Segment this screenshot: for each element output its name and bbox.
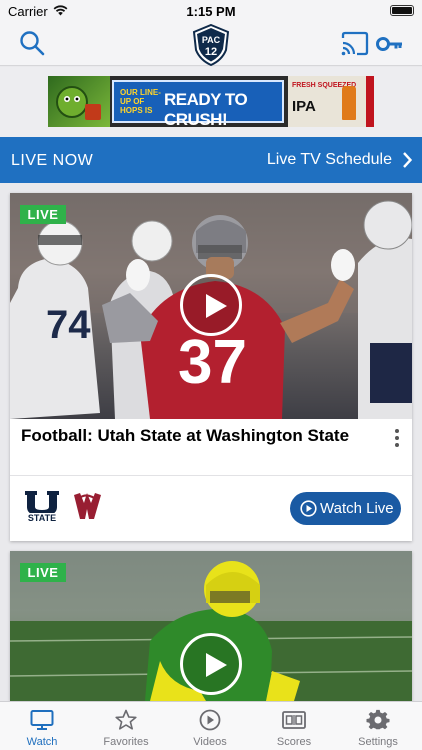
ad-area: OUR LINE-UP OF HOPS IS READY TO CRUSH! F…: [0, 67, 422, 137]
play-icon[interactable]: [180, 274, 242, 336]
ad-brand-strip: [366, 76, 374, 127]
cast-icon[interactable]: [340, 29, 370, 59]
chevron-right-icon[interactable]: [402, 152, 413, 173]
tab-label: Videos: [193, 736, 227, 748]
tab-favorites[interactable]: Favorites: [84, 702, 168, 750]
watch-live-label: Watch Live: [320, 500, 394, 517]
live-tv-schedule-link[interactable]: Live TV Schedule: [267, 151, 392, 169]
star-icon: [114, 709, 138, 731]
ad-headline-box: OUR LINE-UP OF HOPS IS READY TO CRUSH!: [112, 80, 284, 127]
ad-hop-mascot-image: [48, 76, 110, 127]
tab-scores[interactable]: Scores: [252, 702, 336, 750]
gear-icon: [366, 709, 390, 731]
play-circle-icon: [300, 500, 317, 521]
card-divider: [10, 475, 412, 476]
key-icon[interactable]: [376, 29, 404, 59]
ad-small-text: OUR LINE-UP OF HOPS IS: [120, 88, 161, 115]
ad-headline: READY TO CRUSH!: [164, 90, 248, 127]
play-icon[interactable]: [180, 633, 242, 695]
live-now-bar: LIVE NOW Live TV Schedule: [0, 137, 422, 183]
ad-banner[interactable]: OUR LINE-UP OF HOPS IS READY TO CRUSH! F…: [48, 76, 374, 127]
tab-label: Favorites: [103, 736, 149, 748]
ad-style: IPA: [292, 98, 316, 115]
play-circle-icon: [198, 709, 222, 731]
top-nav-bar: PAC 12: [0, 22, 422, 67]
utah-state-logo: STATE: [22, 489, 62, 523]
more-options-icon[interactable]: [390, 427, 404, 449]
ad-product: FRESH SQUEEZED IPA: [288, 76, 374, 127]
event-thumbnail[interactable]: 74 37 LIVE: [10, 193, 412, 419]
tab-settings[interactable]: Settings: [336, 702, 420, 750]
ad-beer-image: [342, 86, 356, 120]
tab-label: Watch: [26, 736, 58, 748]
event-thumbnail[interactable]: LIVE: [10, 551, 412, 701]
watch-live-button[interactable]: Watch Live: [290, 492, 401, 525]
search-icon[interactable]: [18, 29, 48, 59]
scoreboard-icon: [282, 709, 306, 731]
tab-videos[interactable]: Videos: [168, 702, 252, 750]
live-badge: LIVE: [20, 563, 66, 582]
svg-text:37: 37: [178, 328, 247, 397]
svg-text:74: 74: [46, 303, 91, 347]
tab-label: Settings: [358, 736, 398, 748]
pac12-logo: PAC 12: [192, 23, 230, 67]
svg-text:STATE: STATE: [28, 513, 56, 523]
svg-text:PAC: PAC: [202, 35, 221, 45]
bottom-tab-bar: Watch Favorites Videos Scores Settings: [0, 701, 422, 750]
tab-label: Scores: [276, 736, 312, 748]
battery-icon: [390, 5, 414, 16]
svg-text:12: 12: [205, 46, 217, 58]
clock: 1:15 PM: [186, 4, 236, 19]
live-event-card[interactable]: 74 37 LIVE Football: Utah State at Washi…: [10, 193, 412, 541]
live-now-heading: LIVE NOW: [11, 152, 94, 169]
live-event-card[interactable]: LIVE: [10, 551, 412, 701]
washington-state-logo: [70, 489, 104, 523]
tab-watch[interactable]: Watch: [0, 702, 84, 750]
tv-icon: [30, 709, 54, 731]
event-title: Football: Utah State at Washington State: [21, 426, 350, 445]
live-badge: LIVE: [20, 205, 66, 224]
status-bar: Carrier 1:15 PM: [0, 0, 422, 22]
